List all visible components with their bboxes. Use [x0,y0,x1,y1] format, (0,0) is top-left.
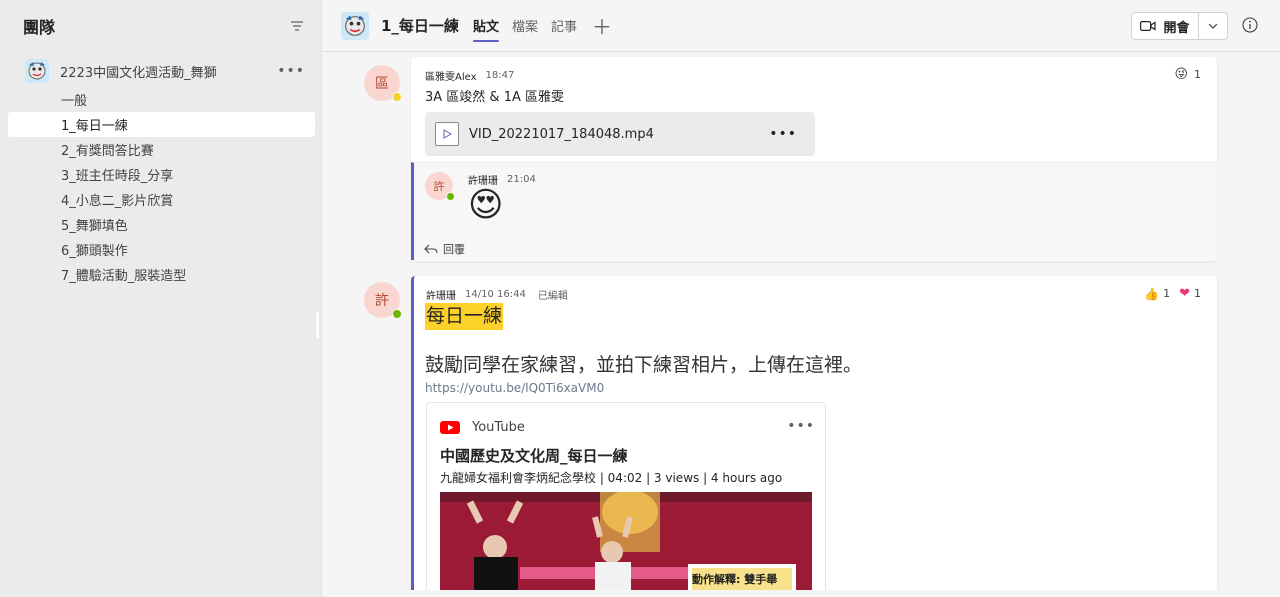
yt-more-options-icon[interactable]: ••• [787,418,815,434]
reply-label: 回覆 [443,243,465,256]
posts-feed: 區 區雅雯Alex 18:47 😜 1 3A 區竣然 & 1A 區雅雯 VID_… [323,53,1280,597]
highlighted-title: 每日一練 [425,303,504,330]
meet-button[interactable]: 開會 [1131,12,1199,40]
feed-bottom-fade [323,590,1280,597]
team-more-options-icon[interactable]: ••• [277,63,305,79]
channel-costume[interactable]: 7_體驗活動_服裝造型 [8,262,315,287]
post-time: 14/10 16:44 [465,289,526,300]
video-camera-icon [1140,21,1157,32]
heart-eyes-emoji: 😍 [468,185,504,225]
add-tab-icon[interactable]: ＋ [592,11,612,40]
chevron-down-icon [1208,23,1218,29]
file-name: VID_20221017_184048.mp4 [469,126,654,142]
status-away-icon [392,92,402,102]
channel-daily-practice[interactable]: 1_每日一練 [8,112,315,137]
team-avatar [25,59,49,83]
video-file-icon [435,122,459,146]
reply-button[interactable]: 回覆 [424,241,465,257]
post-card: 區雅雯Alex 18:47 😜 1 3A 區竣然 & 1A 區雅雯 VID_20… [411,57,1217,261]
status-online-icon [392,309,402,319]
meet-button-group: 開會 [1131,12,1228,40]
avatar[interactable]: 區 [364,65,402,102]
yt-source-label: YouTube [472,419,525,435]
tab-notes[interactable]: 記事 [551,0,577,52]
edited-label: 已編輯 [537,291,568,302]
channel-general[interactable]: 一般 [8,87,315,112]
post-card: 許珊珊 14/10 16:44 已編輯 👍 1 ❤ 1 每日一練 鼓勵同學在家練… [411,276,1217,597]
avatar[interactable]: 許 [364,282,402,319]
meet-dropdown-button[interactable] [1199,12,1228,40]
reply-icon [424,244,438,254]
sidebar-header: 團隊 [0,0,321,52]
reaction-bar[interactable]: 😜 1 [1174,67,1201,82]
teams-sidebar: 團隊 2223中國文化週活動_舞獅 ••• 一般 1_每日一練 2_有獎問答比賽… [0,0,322,597]
reply-avatar[interactable]: 許 [425,172,455,201]
channel-quiz[interactable]: 2_有獎問答比賽 [8,137,315,162]
heart-count: 1 [1194,287,1201,300]
info-icon[interactable] [1242,17,1258,33]
avatar-initial: 許 [433,180,445,193]
yt-title[interactable]: 中國歷史及文化周_每日一練 [440,445,628,466]
yt-source: YouTube [440,419,525,435]
post-meta: 區雅雯Alex 18:47 [425,68,514,83]
youtube-preview-card[interactable]: YouTube ••• 中國歷史及文化周_每日一練 九龍婦女福利會李炳紀念學校 … [426,402,826,597]
filter-icon[interactable] [289,18,305,34]
post-meta: 許珊珊 14/10 16:44 已編輯 [426,287,568,302]
reply-thread: 許 許珊珊 21:04 😍 [411,162,1217,260]
thumbs-up-icon: 👍 [1144,286,1160,301]
avatar-initial: 區 [375,76,389,92]
post-body: 3A 區竣然 & 1A 區雅雯 [425,90,564,105]
team-name: 2223中國文化週活動_舞獅 [60,65,217,81]
reaction-count: 1 [1194,68,1201,81]
heart-icon: ❤ [1179,286,1190,301]
post-author[interactable]: 區雅雯Alex [425,68,477,83]
tab-files[interactable]: 檔案 [512,0,538,52]
file-more-options-icon[interactable]: ••• [769,126,797,142]
scrollbar-thumb[interactable] [316,312,319,338]
post-body: 鼓勵同學在家練習，並拍下練習相片，上傳在這裡。 [425,354,863,376]
tab-posts[interactable]: 貼文 [472,0,499,52]
channel-header: 1_每日一練 貼文 檔案 記事 ＋ 開會 [323,0,1280,52]
reaction-bar[interactable]: 👍 1 ❤ 1 [1144,286,1201,301]
team-item[interactable]: 2223中國文化週活動_舞獅 ••• [0,55,321,87]
thumbnail-caption: 動作解釋: 雙手舉 [692,573,778,586]
youtube-link[interactable]: https://youtu.be/lQ0Ti6xaVM0 [425,381,604,395]
channel-list: 一般 1_每日一練 2_有獎問答比賽 3_班主任時段_分享 4_小息二_影片欣賞… [0,87,321,287]
channel-class-teacher[interactable]: 3_班主任時段_分享 [8,162,315,187]
channel-coloring[interactable]: 5_舞獅填色 [8,212,315,237]
status-online-icon [446,192,455,201]
meet-button-label: 開會 [1163,20,1190,36]
laughing-emoji-icon: 😜 [1174,67,1188,82]
channel-lion-head[interactable]: 6_獅頭製作 [8,237,315,262]
lion-dance-icon [341,11,369,40]
yt-subtitle: 九龍婦女福利會李炳紀念學校 | 04:02 | 3 views | 4 hour… [440,471,783,485]
post-time: 18:47 [485,70,515,81]
channel-video[interactable]: 4_小息二_影片欣賞 [8,187,315,212]
file-attachment[interactable]: VID_20221017_184048.mp4 ••• [425,112,815,156]
thumbs-up-count: 1 [1163,287,1171,300]
channel-avatar [341,11,369,40]
reply-time: 21:04 [507,174,536,185]
channel-title: 1_每日一練 [381,17,459,35]
youtube-logo-icon [440,421,460,434]
sidebar-title: 團隊 [23,18,56,37]
avatar-initial: 許 [375,293,389,309]
yt-thumbnail[interactable]: 動作解釋: 雙手舉 [440,492,812,597]
post-author[interactable]: 許珊珊 [426,287,456,302]
lion-dance-icon [25,59,49,83]
